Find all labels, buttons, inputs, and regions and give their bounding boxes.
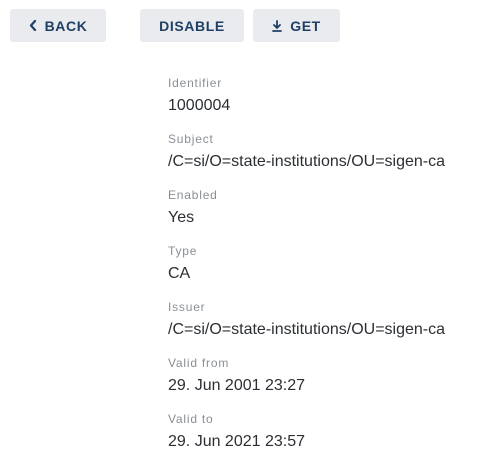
valid-from-value: 29. Jun 2001 23:27 bbox=[168, 377, 306, 394]
get-button[interactable]: GET bbox=[253, 9, 340, 42]
enabled-field: Enabled Yes bbox=[168, 188, 478, 244]
issuer-field: Issuer /C=si/O=state-institutions/OU=sig… bbox=[168, 300, 478, 356]
valid-to-value: 29. Jun 2021 23:57 bbox=[168, 433, 306, 450]
subject-label: Subject bbox=[168, 132, 214, 146]
valid-to-label: Valid to bbox=[168, 412, 214, 426]
issuer-value: /C=si/O=state-institutions/OU=sigen-ca bbox=[168, 321, 446, 338]
valid-to-field: Valid to 29. Jun 2021 23:57 bbox=[168, 412, 478, 450]
certificate-detail-page: BACK DISABLE GET Identifier 1000004 Subj… bbox=[0, 0, 485, 450]
subject-field: Subject /C=si/O=state-institutions/OU=si… bbox=[168, 132, 478, 188]
identifier-field: Identifier 1000004 bbox=[168, 76, 478, 132]
valid-from-label: Valid from bbox=[168, 356, 230, 370]
type-field: Type CA bbox=[168, 244, 478, 300]
chevron-left-icon bbox=[29, 20, 37, 31]
enabled-value: Yes bbox=[168, 209, 195, 226]
get-button-label: GET bbox=[290, 17, 321, 34]
enabled-label: Enabled bbox=[168, 188, 218, 202]
download-icon bbox=[272, 19, 283, 32]
type-label: Type bbox=[168, 244, 198, 258]
back-button[interactable]: BACK bbox=[10, 9, 106, 42]
valid-from-field: Valid from 29. Jun 2001 23:27 bbox=[168, 356, 478, 412]
issuer-label: Issuer bbox=[168, 300, 206, 314]
type-value: CA bbox=[168, 265, 191, 282]
identifier-label: Identifier bbox=[168, 76, 223, 90]
certificate-details: Identifier 1000004 Subject /C=si/O=state… bbox=[168, 76, 478, 450]
disable-button[interactable]: DISABLE bbox=[140, 9, 244, 42]
back-button-label: BACK bbox=[44, 17, 88, 34]
disable-button-label: DISABLE bbox=[159, 17, 225, 34]
identifier-value: 1000004 bbox=[168, 97, 231, 114]
subject-value: /C=si/O=state-institutions/OU=sigen-ca bbox=[168, 153, 446, 170]
